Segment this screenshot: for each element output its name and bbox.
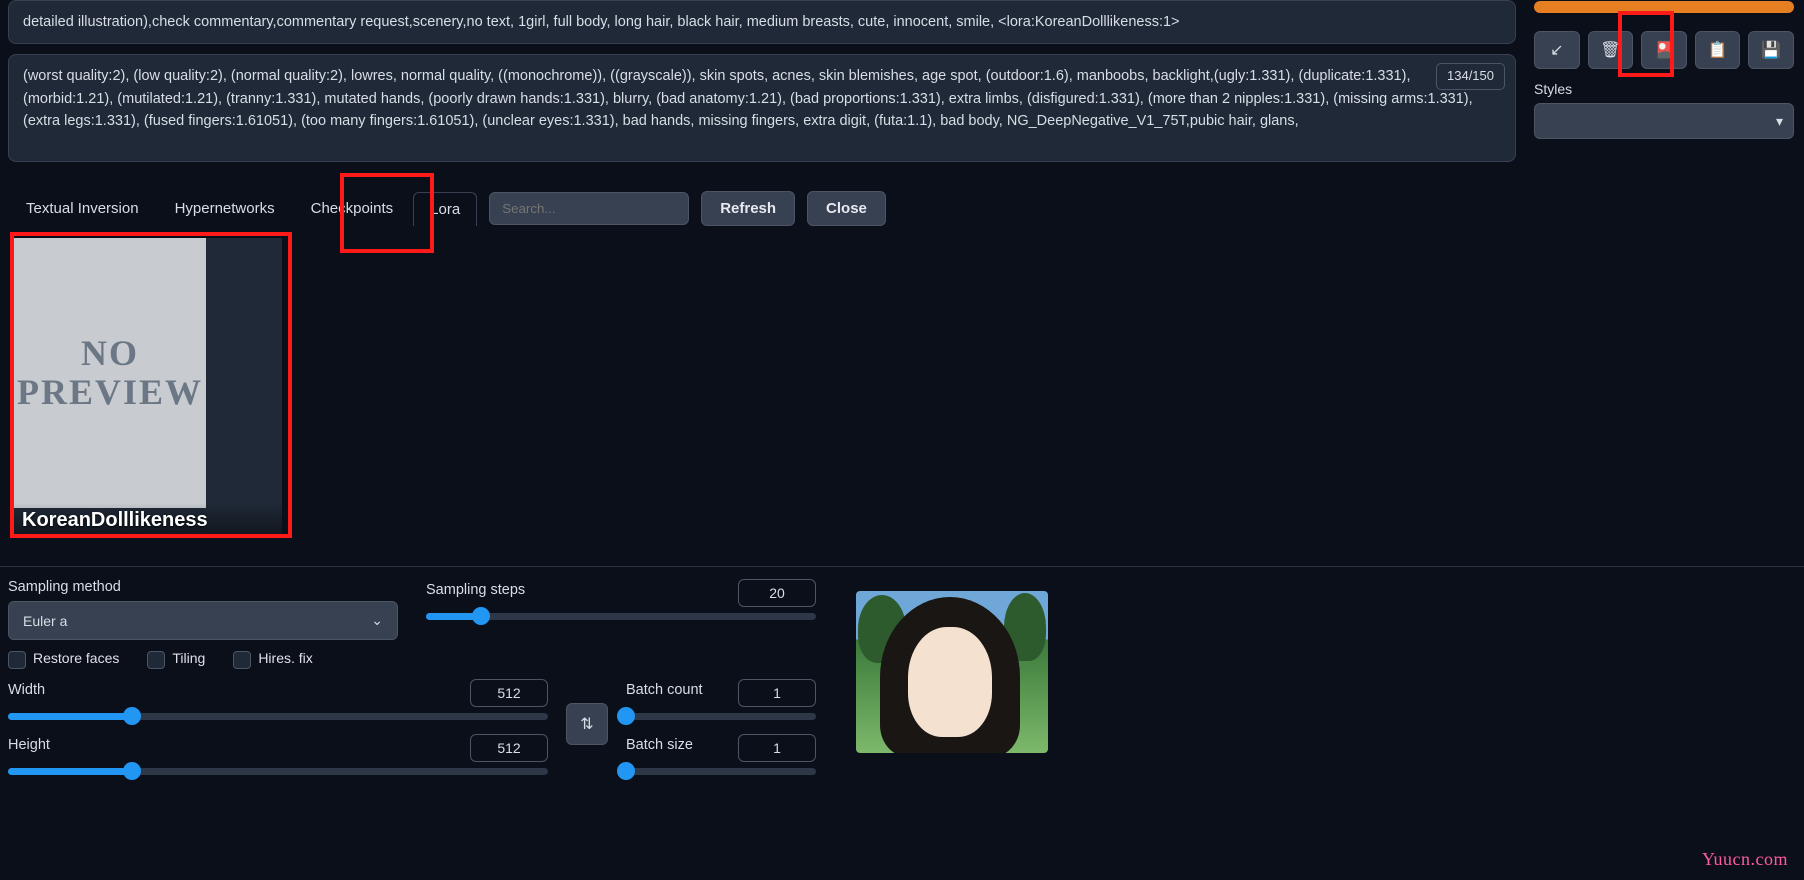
chevron-down-icon: ▾ [1776, 113, 1783, 130]
lora-card[interactable]: NO PREVIEW KoreanDolllikeness [14, 238, 282, 538]
swap-dimensions-button[interactable]: ⇅ [566, 703, 608, 745]
positive-prompt[interactable]: detailed illustration),check commentary,… [8, 0, 1516, 44]
close-button[interactable]: Close [807, 191, 886, 226]
extra-networks-panel: Textual Inversion Hypernetworks Checkpoi… [0, 180, 1804, 566]
refresh-button[interactable]: Refresh [701, 191, 795, 226]
sampling-method-label: Sampling method [8, 579, 398, 595]
batch-count-slider[interactable] [626, 713, 816, 720]
width-label: Width [8, 682, 45, 698]
width-slider[interactable] [8, 713, 548, 720]
chevron-down-icon: ⌄ [371, 612, 383, 629]
no-preview-placeholder: NO PREVIEW [14, 238, 206, 508]
batch-size-value[interactable]: 1 [738, 734, 816, 762]
batch-count-value[interactable]: 1 [738, 679, 816, 707]
sampling-steps-slider[interactable] [426, 613, 816, 620]
output-image[interactable] [856, 591, 1048, 753]
show-extra-networks-button[interactable]: 🎴 [1641, 31, 1687, 69]
sampling-method-select[interactable]: Euler a ⌄ [8, 601, 398, 640]
extra-networks-search-input[interactable] [489, 192, 689, 225]
height-slider[interactable] [8, 768, 548, 775]
sampling-steps-value[interactable]: 20 [738, 579, 816, 607]
clipboard-icon[interactable]: 📋 [1695, 31, 1741, 69]
token-counter: 134/150 [1436, 63, 1505, 89]
card-label: KoreanDolllikeness [14, 503, 282, 538]
batch-count-label: Batch count [626, 682, 703, 698]
tab-textual-inversion[interactable]: Textual Inversion [10, 192, 155, 225]
negative-prompt[interactable]: 134/150 (worst quality:2), (low quality:… [8, 54, 1516, 162]
batch-size-label: Batch size [626, 737, 693, 753]
styles-label: Styles [1534, 81, 1794, 97]
batch-size-slider[interactable] [626, 768, 816, 775]
tab-checkpoints[interactable]: Checkpoints [295, 192, 410, 225]
height-value[interactable]: 512 [470, 734, 548, 762]
height-label: Height [8, 737, 50, 753]
trash-icon[interactable]: 🗑 [1588, 31, 1634, 69]
styles-dropdown[interactable]: ▾ [1534, 103, 1794, 139]
tab-lora[interactable]: Lora [413, 192, 477, 226]
save-icon[interactable]: 💾 [1748, 31, 1794, 69]
width-value[interactable]: 512 [470, 679, 548, 707]
negative-prompt-text: (worst quality:2), (low quality:2), (nor… [23, 68, 1473, 129]
tab-hypernetworks[interactable]: Hypernetworks [159, 192, 291, 225]
positive-prompt-text: detailed illustration),check commentary,… [23, 14, 1180, 30]
generate-button[interactable] [1534, 1, 1794, 13]
watermark: Yuucn.com [1702, 849, 1788, 870]
arrow-icon[interactable]: ↙ [1534, 31, 1580, 69]
sampling-steps-label: Sampling steps [426, 582, 525, 598]
restore-faces-checkbox[interactable]: Restore faces [8, 650, 119, 668]
tiling-checkbox[interactable]: Tiling [147, 650, 205, 668]
hires-fix-checkbox[interactable]: Hires. fix [233, 650, 312, 668]
